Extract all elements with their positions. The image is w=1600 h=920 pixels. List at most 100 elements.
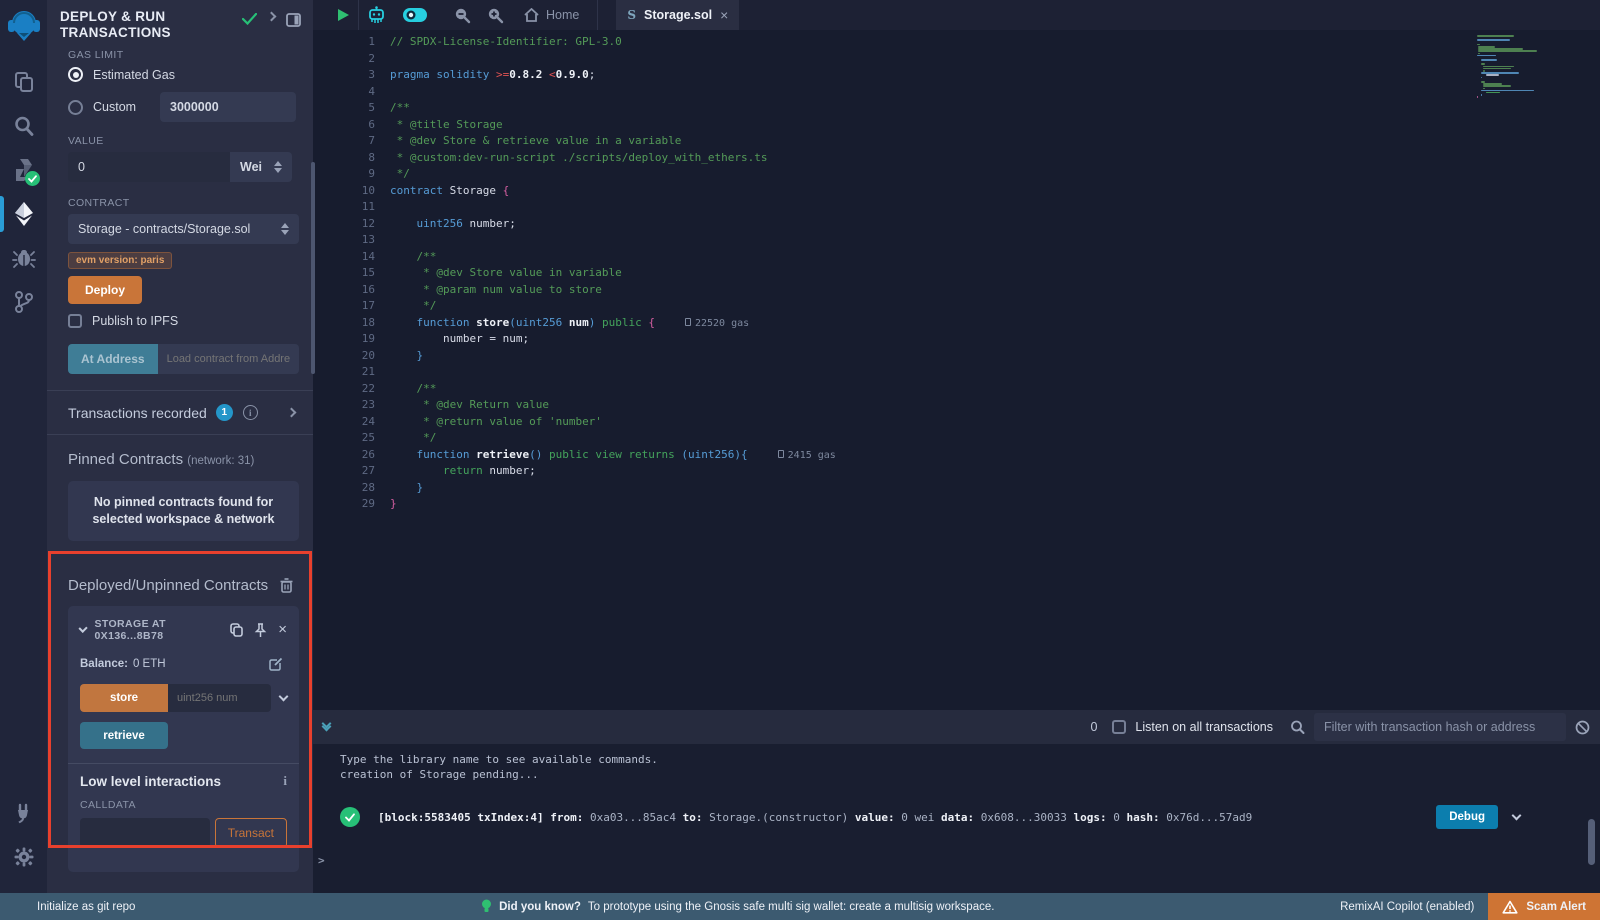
tx-expand-icon[interactable] [1512, 810, 1522, 820]
copy-address-icon[interactable] [230, 623, 243, 637]
pin-panel-icon[interactable] [286, 13, 301, 27]
tab-storage-sol[interactable]: S Storage.sol × [616, 0, 739, 30]
git-init-button[interactable]: Initialize as git repo [0, 901, 135, 913]
sidebar-item-deploy-and-run[interactable] [0, 192, 47, 236]
line-number[interactable]: 9 [313, 166, 375, 183]
contract-selected: Storage - contracts/Storage.sol [78, 222, 250, 236]
tip-bold-label: Did you know? [499, 901, 581, 913]
sidebar-item-search[interactable] [0, 104, 47, 148]
code-line: function retrieve() public view returns … [390, 447, 1470, 464]
at-address-button[interactable]: At Address [68, 344, 158, 374]
contract-select[interactable]: Storage - contracts/Storage.sol [68, 214, 299, 244]
terminal-filter-input[interactable] [1314, 713, 1566, 741]
value-unit-select[interactable]: Wei [230, 152, 292, 182]
code-line: /** [390, 100, 1470, 117]
estimated-gas-radio[interactable] [68, 67, 83, 82]
sidebar-item-settings[interactable] [0, 835, 47, 879]
calldata-input[interactable] [80, 818, 210, 848]
tx-recorded-expand-icon[interactable] [287, 408, 297, 418]
line-number[interactable]: 15 [313, 265, 375, 282]
panel-expand-icon[interactable] [267, 12, 277, 22]
line-number[interactable]: 21 [313, 364, 375, 381]
sidebar-item-solidity-compiler[interactable] [0, 148, 47, 192]
line-number[interactable]: 5 [313, 100, 375, 117]
scam-alert-button[interactable]: Scam Alert [1488, 893, 1600, 920]
line-number[interactable]: 16 [313, 282, 375, 299]
copilot-status[interactable]: RemixAI Copilot (enabled) [1340, 901, 1488, 913]
line-number[interactable]: 29 [313, 496, 375, 513]
terminal-body[interactable]: Type the library name to see available c… [313, 744, 1600, 893]
line-number[interactable]: 17 [313, 298, 375, 315]
custom-gas-radio[interactable] [68, 100, 83, 115]
line-number[interactable]: 19 [313, 331, 375, 348]
ai-copilot-button[interactable] [359, 0, 394, 30]
transactions-recorded-row[interactable]: Transactions recorded 1 i [68, 391, 299, 434]
line-number[interactable]: 7 [313, 133, 375, 150]
line-number[interactable]: 8 [313, 150, 375, 167]
line-number[interactable]: 18 [313, 315, 375, 332]
line-number[interactable]: 20 [313, 348, 375, 365]
deploy-button[interactable]: Deploy [68, 276, 142, 304]
publish-ipfs-checkbox[interactable] [68, 314, 82, 328]
line-number[interactable]: 28 [313, 480, 375, 497]
code-line [390, 84, 1470, 101]
balance-value: 0 ETH [133, 658, 166, 670]
minimap-line [1483, 66, 1515, 68]
line-number[interactable]: 26 [313, 447, 375, 464]
deployed-contracts-title: Deployed/Unpinned Contracts [68, 577, 268, 594]
line-number[interactable]: 14 [313, 249, 375, 266]
line-number[interactable]: 1 [313, 34, 375, 51]
zoom-in-button[interactable] [479, 0, 512, 30]
line-number[interactable]: 25 [313, 430, 375, 447]
code-editor[interactable]: 1234567891011121314151617181920212223242… [313, 30, 1600, 710]
at-address-input[interactable] [158, 344, 299, 374]
edit-balance-icon[interactable] [269, 657, 283, 671]
line-number[interactable]: 3 [313, 67, 375, 84]
transact-button[interactable]: Transact [215, 818, 287, 848]
low-level-info-icon[interactable]: i [283, 773, 287, 789]
sidebar-item-plugin-manager[interactable] [0, 791, 47, 835]
line-number[interactable]: 11 [313, 199, 375, 216]
info-icon[interactable]: i [243, 405, 258, 420]
store-expand-icon[interactable] [279, 691, 289, 701]
sidebar-item-git[interactable] [0, 280, 47, 324]
remix-logo-icon[interactable] [7, 8, 41, 44]
sidebar-item-file-explorer[interactable] [0, 60, 47, 104]
sidepanel-scrollbar[interactable] [311, 162, 315, 374]
debug-button[interactable]: Debug [1436, 805, 1498, 829]
line-number[interactable]: 24 [313, 414, 375, 431]
terminal-collapse-icon[interactable] [323, 724, 330, 730]
editor-minimap[interactable] [1477, 33, 1547, 98]
line-number[interactable]: 6 [313, 117, 375, 134]
pin-instance-icon[interactable] [254, 623, 267, 638]
store-arg-input[interactable] [168, 684, 271, 712]
line-number[interactable]: 10 [313, 183, 375, 200]
line-number[interactable]: 13 [313, 232, 375, 249]
custom-gas-input[interactable] [160, 92, 296, 122]
terminal-prompt[interactable]: > [318, 854, 325, 867]
line-number[interactable]: 2 [313, 51, 375, 68]
line-number[interactable]: 4 [313, 84, 375, 101]
retrieve-button[interactable]: retrieve [80, 722, 168, 749]
terminal-scrollbar[interactable] [1588, 819, 1595, 865]
tab-close-icon[interactable]: × [720, 8, 728, 22]
ai-copilot-toggle[interactable] [394, 0, 436, 30]
store-button[interactable]: store [80, 684, 168, 712]
sidebar-item-debugger[interactable] [0, 236, 47, 280]
git-branch-icon [13, 290, 35, 314]
minimap-line [1481, 94, 1482, 96]
clear-filter-icon[interactable] [1575, 720, 1590, 735]
terminal-tx-row[interactable]: [block:5583405 txIndex:4] from: 0xa03...… [340, 805, 1600, 829]
line-number[interactable]: 22 [313, 381, 375, 398]
trash-icon[interactable] [280, 578, 293, 593]
line-number[interactable]: 27 [313, 463, 375, 480]
run-script-button[interactable] [313, 0, 358, 30]
home-button[interactable]: Home [512, 8, 591, 22]
listen-all-checkbox[interactable] [1112, 720, 1126, 734]
instance-collapse-icon[interactable] [78, 624, 88, 634]
value-input[interactable] [68, 152, 230, 182]
remove-instance-icon[interactable]: × [278, 625, 287, 635]
line-number[interactable]: 12 [313, 216, 375, 233]
zoom-out-button[interactable] [446, 0, 479, 30]
line-number[interactable]: 23 [313, 397, 375, 414]
